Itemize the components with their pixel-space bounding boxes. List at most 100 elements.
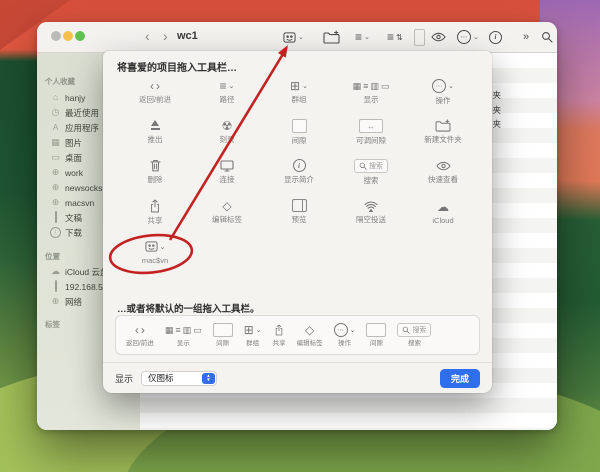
eject-icon [150, 119, 161, 132]
eye-icon [431, 32, 446, 42]
palette-item-search[interactable]: 搜索 搜索 [335, 159, 407, 185]
display-icon [50, 280, 61, 292]
stepper-icon: ▲ ▼ [202, 372, 216, 384]
palette-item-back-forward[interactable]: ‹ › 返回/前进 [119, 79, 191, 105]
sidebar-section-locations: 位置 [45, 252, 60, 261]
palette-item-path[interactable]: ≡ ⌄ 路径 [191, 79, 263, 105]
sidebar-item-server[interactable]: 192.168.5 [50, 280, 103, 293]
palette-item-space[interactable]: 间隙 [263, 119, 335, 145]
search-field-icon: 搜索 [397, 322, 432, 337]
palette-item-flexible-space[interactable]: ↔ 可调间隙 [335, 119, 407, 145]
group-icon: ⊞ ⌄ [243, 322, 262, 337]
palette-item-quick-look[interactable]: 快速查看 [407, 159, 479, 185]
sidebar-item-downloads[interactable]: ↓ 下载 [50, 226, 82, 239]
space-icon [212, 322, 233, 337]
forward-button[interactable]: › [163, 26, 168, 46]
palette-item-preview[interactable]: 预览 [263, 199, 335, 225]
group-icon: ⊞ ⌄ [290, 78, 308, 93]
palette-item-connect[interactable]: 连接 [191, 159, 263, 185]
sidebar-item-network[interactable]: ⊕ 网络 [50, 295, 82, 308]
done-button[interactable]: 完成 [439, 368, 480, 388]
toolbar-new-folder-button[interactable] [323, 28, 340, 46]
tag-icon: ◇ [304, 322, 315, 337]
window-title: wc1 [177, 30, 198, 42]
sidebar-item-icloud[interactable]: ☁ iCloud 云盘 [50, 265, 108, 278]
toolbar-action-button[interactable]: ⋯ ⌄ [457, 28, 479, 46]
action-icon: ⋯ ⌄ [333, 322, 355, 337]
palette-item-new-folder[interactable]: 新建文件夹 [407, 119, 479, 145]
show-mode-select[interactable]: 仅图标 ▲ ▼ [141, 370, 218, 386]
share-icon [149, 199, 161, 213]
clock-icon: ◷ [51, 107, 60, 117]
toolbar-space-item[interactable] [414, 28, 425, 46]
default-set-caption: …或者将默认的一组拖入工具栏。 [117, 304, 260, 315]
applications-icon: A [52, 123, 59, 132]
palette-item-edit-tags[interactable]: ◇ 编辑标签 [191, 199, 263, 225]
cloud-icon: ☁ [51, 266, 60, 276]
split-pane-icon [291, 199, 307, 212]
network-share-icon: ⊕ [51, 197, 60, 207]
more-circle-icon: ⋯ [457, 30, 471, 44]
toolbar-sort-button[interactable]: ≡ ⇅ [387, 28, 403, 46]
path-icon: ≡ ⌄ [219, 78, 235, 93]
palette-item-icloud[interactable]: ☁ iCloud [407, 199, 479, 226]
palette-item-eject[interactable]: 推出 [119, 119, 191, 145]
toolbar-group-button[interactable]: ≡ ⌄ [355, 28, 370, 46]
default-toolbar-set[interactable]: ‹› 返回/前进 ▦≡▥▭ 显示 间隙 ⊞⌄ 群组 共享 ◇ 编辑标签 [115, 315, 480, 355]
default-item-action: ⋯ ⌄ 操作 [333, 322, 355, 347]
sidebar-item-pictures[interactable]: ▦ 图片 [50, 136, 82, 149]
toolbar-overflow-button[interactable]: » [523, 28, 529, 46]
default-item-search: 搜索 搜索 [397, 322, 432, 347]
close-button[interactable] [51, 31, 61, 41]
action-icon: ⋯ ⌄ [432, 79, 454, 93]
view-icons: ▦ ≡ ▥ ▭ [164, 324, 202, 335]
titlebar: ‹ › wc1 ⌄ ≡ ⌄ ≡ ⇅ ⋯ ⌄ i » [37, 22, 557, 53]
info-icon: i [292, 159, 306, 172]
double-chevron-icon: » [523, 31, 530, 43]
view-icons: ▦ ≡ ▥ ▭ [352, 80, 390, 91]
toolbar-custom-macsvn-button[interactable]: ⌄ [283, 28, 304, 46]
toolbar-info-button[interactable]: i [489, 28, 502, 46]
toolbar-quicklook-button[interactable] [431, 28, 446, 46]
macsvn-icon: ⌄ [144, 239, 165, 254]
toolbar-search-button[interactable] [541, 28, 553, 46]
back-forward-icon: ‹ › [150, 78, 160, 93]
palette-item-action[interactable]: ⋯ ⌄ 操作 [407, 79, 479, 105]
sidebar-item-documents[interactable]: 文稿 [50, 211, 82, 224]
minimize-button[interactable] [63, 31, 73, 41]
search-icon [542, 32, 553, 43]
zoom-button[interactable] [75, 31, 85, 41]
palette-item-macsvn[interactable]: ⌄ mac$vn [119, 239, 191, 265]
sidebar-item-desktop[interactable]: ▭ 桌面 [50, 151, 82, 164]
space-icon [366, 322, 387, 337]
back-button[interactable]: ‹ [145, 26, 150, 46]
space-icon [291, 119, 307, 133]
info-icon: i [489, 30, 502, 44]
screen: ‹ › wc1 ⌄ ≡ ⌄ ≡ ⇅ ⋯ ⌄ i » 个人收藏 ⌂ hanjy ◷… [0, 0, 600, 472]
network-share-icon: ⊕ [51, 167, 60, 177]
macsvn-icon [283, 31, 296, 43]
sidebar-item-macsvn[interactable]: ⊕ macsvn [50, 196, 95, 209]
default-item-view: ▦ ≡ ▥ ▭ 显示 [164, 324, 202, 348]
palette-item-group[interactable]: ⊞ ⌄ 群组 [263, 79, 335, 105]
sidebar-item-newsocks[interactable]: ⊕ newsocks [50, 181, 103, 194]
globe-icon: ⊕ [51, 296, 60, 306]
sheet-title: 将喜爱的项目拖入工具栏… [117, 63, 237, 74]
pictures-icon: ▦ [51, 137, 60, 147]
sidebar-item-recents[interactable]: ◷ 最近使用 [50, 106, 99, 119]
document-icon [50, 211, 61, 223]
sidebar-item-work[interactable]: ⊕ work [50, 166, 83, 179]
network-share-icon: ⊕ [51, 182, 60, 192]
tag-icon: ◇ [222, 198, 232, 213]
palette-item-share[interactable]: 共享 [119, 199, 191, 225]
palette-item-airdrop[interactable]: 隔空投送 [335, 199, 407, 225]
trash-icon [149, 159, 161, 172]
sidebar-item-applications[interactable]: A 应用程序 [50, 121, 99, 134]
palette-item-view[interactable]: ▦ ≡ ▥ ▭ 显示 [335, 79, 407, 105]
display-icon [220, 159, 234, 172]
sidebar-item-home[interactable]: ⌂ hanjy [50, 91, 86, 104]
default-item-space: 间隙 [212, 322, 233, 347]
palette-item-get-info[interactable]: i 显示简介 [263, 159, 335, 185]
palette-item-burn[interactable]: ☢ 刻录 [191, 119, 263, 145]
palette-item-delete[interactable]: 删除 [119, 159, 191, 185]
